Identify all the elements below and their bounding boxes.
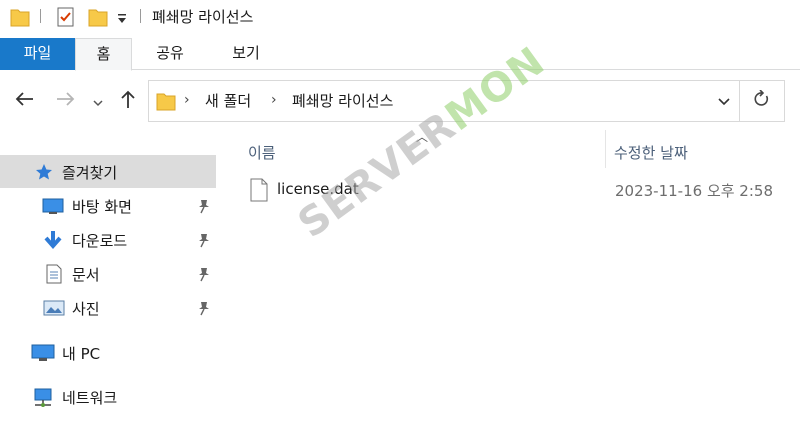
up-button[interactable] [114, 86, 142, 116]
toolbar-separator [40, 9, 41, 23]
sidebar-item-network[interactable]: 네트워크 [0, 380, 216, 413]
pc-icon [31, 343, 55, 363]
properties-icon[interactable] [56, 6, 76, 32]
title-bar: 폐쇄망 라이선스 [0, 0, 800, 32]
new-folder-icon[interactable] [88, 6, 108, 32]
column-separator[interactable] [605, 130, 606, 168]
tab-file[interactable]: 파일 [0, 38, 75, 70]
sidebar-item-quick-access[interactable]: 즐겨찾기 [0, 155, 216, 188]
star-icon [34, 162, 54, 182]
pin-icon[interactable] [197, 266, 211, 282]
sidebar-item-label: 문서 [72, 266, 100, 284]
back-arrow-icon [14, 91, 34, 111]
sidebar-item-desktop[interactable]: 바탕 화면 [0, 189, 216, 222]
folder-icon [156, 90, 176, 116]
column-header-date[interactable]: 수정한 날짜 [614, 142, 688, 163]
desktop-icon [42, 196, 64, 216]
window-title: 폐쇄망 라이선스 [152, 8, 254, 26]
folder-icon[interactable] [10, 6, 30, 32]
refresh-button[interactable] [740, 80, 785, 122]
tab-view[interactable]: 보기 [208, 38, 284, 70]
file-icon [250, 178, 268, 206]
breadcrumb-current[interactable]: 폐쇄망 라이선스 [292, 90, 393, 111]
forward-arrow-icon [56, 91, 76, 111]
tab-share[interactable]: 공유 [132, 38, 208, 70]
breadcrumb-new-folder[interactable]: 새 폴더 [205, 90, 251, 111]
refresh-icon [754, 89, 770, 112]
pin-icon[interactable] [197, 300, 211, 316]
sidebar-item-label: 다운로드 [72, 232, 128, 250]
sidebar-item-label: 즐겨찾기 [62, 164, 118, 182]
forward-button[interactable] [52, 86, 80, 116]
toolbar-separator [140, 9, 141, 23]
tab-home[interactable]: 홈 [75, 38, 132, 71]
chevron-down-icon [93, 92, 103, 111]
up-arrow-icon [120, 89, 136, 113]
file-list: ︿ 이름 수정한 날짜 license.dat 2023-11-16 오후 2:… [222, 128, 800, 443]
pin-icon[interactable] [197, 198, 211, 214]
sidebar-item-downloads[interactable]: 다운로드 [0, 223, 216, 256]
column-header-name[interactable]: 이름 [248, 142, 276, 163]
network-icon [31, 387, 52, 407]
pin-icon[interactable] [197, 232, 211, 248]
download-icon [43, 230, 63, 250]
ribbon: 파일 홈 공유 보기 [0, 38, 800, 71]
sidebar-item-documents[interactable]: 문서 [0, 257, 216, 290]
chevron-down-icon[interactable] [117, 10, 127, 29]
picture-icon [43, 298, 65, 318]
breadcrumb-chevron-icon[interactable]: › [184, 92, 190, 108]
sidebar-item-label: 네트워크 [62, 389, 118, 407]
sidebar-item-label: 바탕 화면 [72, 198, 132, 216]
back-button[interactable] [10, 86, 38, 116]
sidebar-item-pictures[interactable]: 사진 [0, 291, 216, 324]
sidebar-item-label: 사진 [72, 300, 100, 318]
recent-locations-button[interactable] [86, 86, 110, 116]
navigation-pane: 즐겨찾기 바탕 화면 다운로드 문서 사진 내 PC 네트워크 [0, 140, 220, 443]
chevron-down-icon[interactable] [717, 93, 731, 112]
sidebar-item-this-pc[interactable]: 내 PC [0, 336, 216, 369]
breadcrumb-chevron-icon[interactable]: › [271, 92, 277, 108]
file-date: 2023-11-16 오후 2:58 [615, 182, 773, 200]
sidebar-item-label: 내 PC [62, 345, 101, 363]
document-icon [45, 264, 65, 284]
